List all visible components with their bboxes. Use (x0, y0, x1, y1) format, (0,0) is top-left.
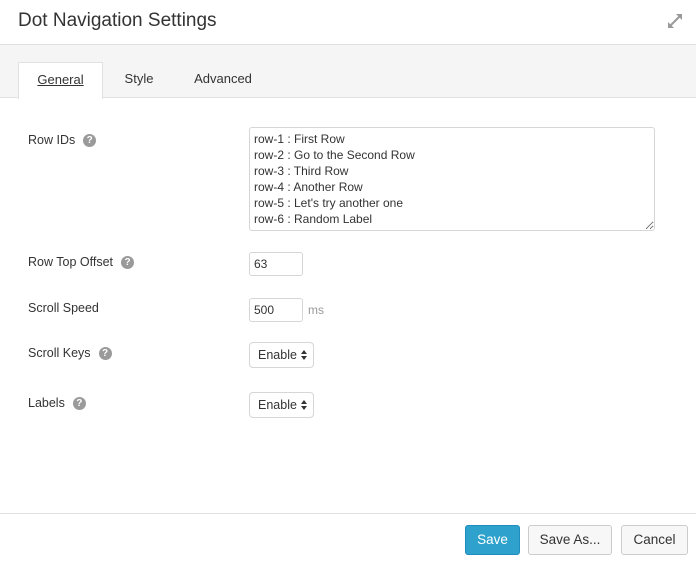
scroll-keys-label-text: Scroll Keys (28, 346, 91, 360)
tab-advanced[interactable]: Advanced (186, 62, 260, 98)
labels-label: Labels ? (28, 396, 86, 410)
tab-style[interactable]: Style (112, 62, 166, 98)
tab-general[interactable]: General (18, 62, 103, 99)
select-arrows-icon (301, 350, 307, 360)
row-top-offset-label: Row Top Offset ? (28, 255, 134, 269)
help-icon[interactable]: ? (83, 133, 97, 147)
help-icon[interactable]: ? (72, 396, 86, 410)
scroll-speed-unit: ms (308, 303, 324, 317)
scroll-speed-label: Scroll Speed (28, 301, 99, 315)
scroll-speed-input[interactable] (249, 298, 303, 322)
row-ids-textarea[interactable]: row-1 : First Row row-2 : Go to the Seco… (249, 127, 655, 231)
scroll-keys-select[interactable]: Enable (249, 342, 314, 368)
tab-bar: General Style Advanced (0, 45, 696, 99)
row-top-offset-label-text: Row Top Offset (28, 255, 113, 269)
row-ids-label: Row IDs ? (28, 133, 97, 147)
dialog-header: Dot Navigation Settings (0, 0, 696, 45)
expand-arrows-icon[interactable] (666, 12, 684, 30)
save-as-button[interactable]: Save As... (528, 525, 612, 555)
row-ids-label-text: Row IDs (28, 133, 76, 147)
help-icon[interactable]: ? (121, 255, 134, 269)
scroll-keys-label: Scroll Keys ? (28, 346, 112, 360)
row-top-offset-input[interactable] (249, 252, 303, 276)
select-arrows-icon (301, 400, 307, 410)
save-button[interactable]: Save (465, 525, 520, 555)
labels-select[interactable]: Enable (249, 392, 314, 418)
labels-value: Enable (258, 398, 297, 412)
help-icon[interactable]: ? (98, 346, 112, 360)
scroll-speed-label-text: Scroll Speed (28, 301, 99, 315)
dialog-title: Dot Navigation Settings (18, 10, 217, 31)
dialog-footer: Save Save As... Cancel (0, 513, 696, 561)
cancel-button[interactable]: Cancel (621, 525, 688, 555)
scroll-keys-value: Enable (258, 348, 297, 362)
labels-label-text: Labels (28, 396, 65, 410)
